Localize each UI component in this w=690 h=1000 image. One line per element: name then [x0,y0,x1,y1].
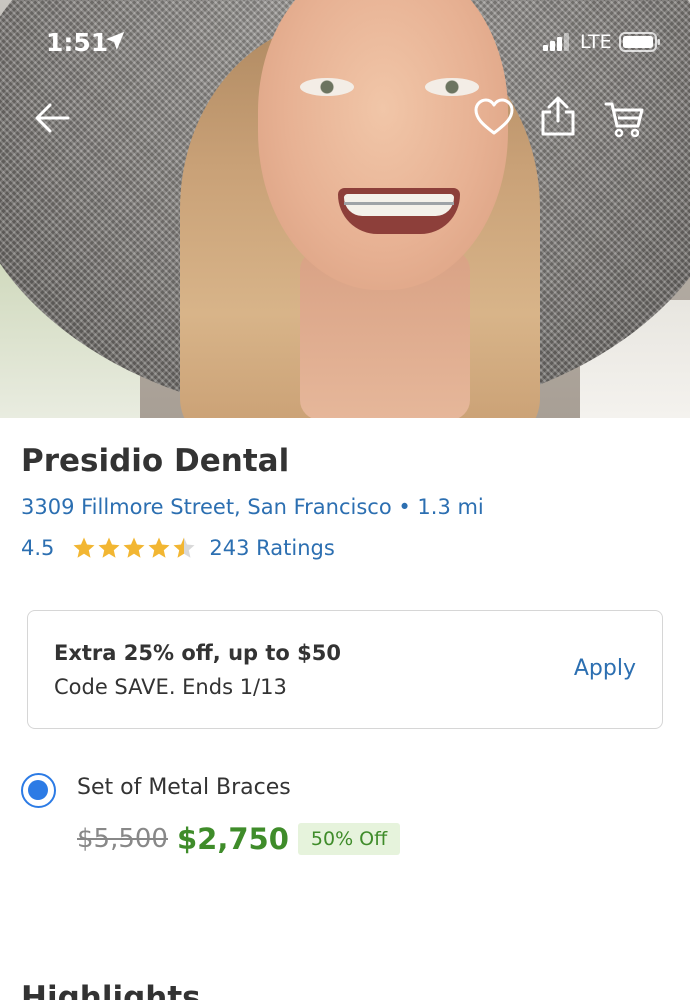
discount-badge: 50% Off [297,823,401,855]
star-icon [73,537,95,558]
share-icon[interactable] [536,94,580,138]
hero-eye [425,78,479,96]
location-arrow-icon [105,31,125,51]
battery-icon [619,32,660,52]
cart-icon[interactable] [602,96,646,140]
apply-promo-button[interactable]: Apply [574,656,636,681]
status-bar: 1:51 LTE [0,0,690,80]
heart-icon[interactable] [472,96,516,140]
hero-eye [300,78,354,96]
ratings-count-link[interactable]: 243 Ratings [209,536,334,560]
option-radio-button[interactable] [21,773,56,808]
star-rating [72,536,197,560]
promo-subtitle: Code SAVE. Ends 1/13 [54,675,287,699]
radio-selected-dot [28,780,48,800]
original-price: $5,500 [77,824,168,854]
price-row: $5,500 $2,750 50% Off [77,820,401,858]
business-name: Presidio Dental [21,443,290,479]
status-time: 1:51 [46,28,109,57]
rating-value: 4.5 [21,536,55,560]
hero-smile-braces [338,188,460,234]
option-label: Set of Metal Braces [77,775,291,800]
highlights-heading: Highlights [21,980,201,1000]
promo-card: Extra 25% off, up to $50 Code SAVE. Ends… [27,610,663,729]
promo-title: Extra 25% off, up to $50 [54,641,341,665]
signal-icon [543,33,569,51]
sale-price: $2,750 [176,822,289,856]
back-arrow-icon[interactable] [30,96,74,140]
star-icon [173,537,195,558]
star-icon [123,537,145,558]
star-icon [98,537,120,558]
business-address-link[interactable]: 3309 Fillmore Street, San Francisco • 1.… [21,495,484,519]
rating-row[interactable]: 4.5 243 Ratings [21,534,335,562]
star-icon [148,537,170,558]
network-label: LTE [580,31,612,53]
